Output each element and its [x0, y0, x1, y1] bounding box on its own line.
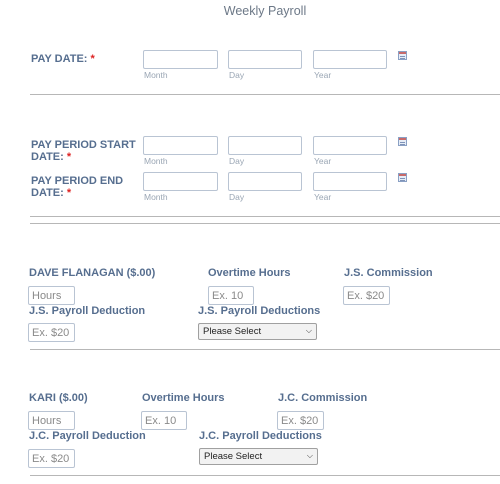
overtime-hours-label: Overtime Hours [142, 392, 225, 404]
pay-date-label: PAY DATE: * [31, 53, 95, 65]
divider [30, 216, 500, 217]
period-end-day-input[interactable] [228, 172, 302, 191]
commission-label: J.S. Commission [344, 267, 433, 279]
payroll-deductions-select[interactable]: Please Select ⌵ [198, 323, 317, 340]
divider [30, 349, 500, 350]
pay-date-day-input[interactable] [228, 50, 302, 69]
commission-input[interactable]: Ex. $20 [277, 411, 324, 430]
payroll-deduction-label: J.S. Payroll Deduction [29, 305, 146, 317]
hours-input[interactable]: Hours [28, 411, 75, 430]
payroll-deduction-input[interactable]: Ex. $20 [28, 449, 75, 468]
calendar-icon[interactable] [398, 51, 407, 60]
calendar-icon[interactable] [398, 173, 407, 182]
hours-input[interactable]: Hours [28, 286, 75, 305]
payroll-deductions-label: J.C. Payroll Deductions [199, 430, 322, 442]
period-end-label: PAY PERIOD END DATE: * [31, 175, 124, 199]
period-start-label: PAY PERIOD START DATE: * [31, 139, 136, 163]
required-mark: * [66, 151, 72, 163]
year-caption: Year [314, 156, 332, 166]
period-start-day-input[interactable] [228, 136, 302, 155]
period-start-year-input[interactable] [313, 136, 387, 155]
employee-name-label: KARI ($.00) [29, 392, 88, 404]
calendar-icon[interactable] [398, 137, 407, 146]
commission-label: J.C. Commission [278, 392, 368, 404]
divider [30, 223, 500, 224]
day-caption: Day [229, 192, 245, 202]
month-caption: Month [144, 70, 168, 80]
pay-date-year-input[interactable] [313, 50, 387, 69]
required-mark: * [66, 187, 72, 199]
period-start-month-input[interactable] [143, 136, 218, 155]
day-caption: Day [229, 70, 245, 80]
form-title: Weekly Payroll [223, 4, 307, 18]
commission-input[interactable]: Ex. $20 [343, 286, 390, 305]
year-caption: Year [314, 70, 332, 80]
payroll-deductions-select[interactable]: Please Select ⌵ [199, 448, 318, 465]
chevron-down-icon: ⌵ [306, 451, 313, 460]
overtime-hours-input[interactable]: Ex. 10 [208, 286, 254, 305]
chevron-down-icon: ⌵ [305, 326, 312, 335]
month-caption: Month [144, 156, 168, 166]
payroll-deduction-input[interactable]: Ex. $20 [28, 323, 75, 342]
overtime-hours-input[interactable]: Ex. 10 [141, 411, 187, 430]
period-end-year-input[interactable] [313, 172, 387, 191]
overtime-hours-label: Overtime Hours [208, 267, 291, 279]
select-value: Please Select [204, 451, 263, 462]
payroll-deductions-label: J.S. Payroll Deductions [198, 305, 321, 317]
required-mark: * [90, 53, 95, 65]
day-caption: Day [229, 156, 245, 166]
divider [30, 94, 500, 95]
payroll-deduction-label: J.C. Payroll Deduction [29, 430, 146, 442]
divider [30, 475, 500, 476]
year-caption: Year [314, 192, 332, 202]
pay-date-month-input[interactable] [143, 50, 218, 69]
period-end-month-input[interactable] [143, 172, 218, 191]
month-caption: Month [144, 192, 168, 202]
employee-name-label: DAVE FLANAGAN ($.00) [29, 267, 156, 279]
select-value: Please Select [203, 326, 262, 337]
